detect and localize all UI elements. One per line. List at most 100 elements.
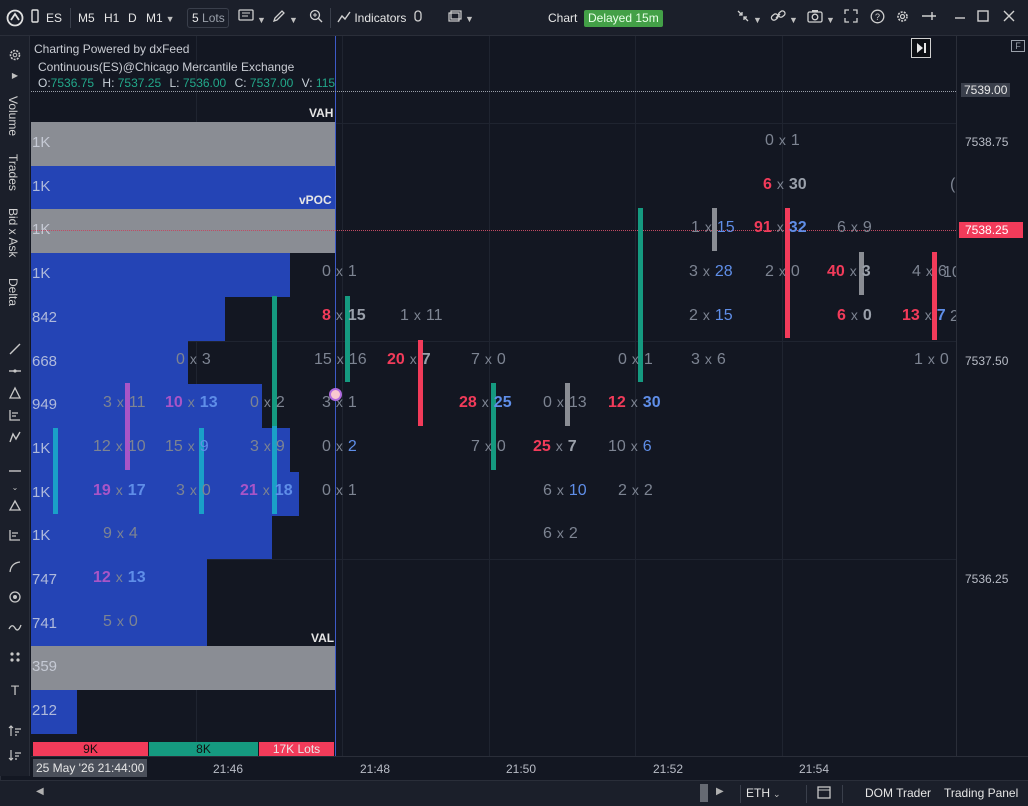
- time-tick: 21:52: [653, 762, 684, 776]
- indicators-button[interactable]: Indicators: [337, 9, 406, 27]
- footprint-cell: 0x1: [618, 350, 653, 368]
- settings-gear-icon[interactable]: [895, 9, 910, 27]
- wave-icon[interactable]: [7, 620, 23, 636]
- pattern-icon[interactable]: [7, 430, 23, 446]
- footprint-cell: 91 x 32: [754, 219, 807, 237]
- tab-delta[interactable]: Delta: [6, 278, 20, 306]
- zoom-icon[interactable]: [309, 9, 323, 27]
- tf-active-label: M1: [146, 11, 163, 25]
- go-to-end-button[interactable]: [911, 38, 931, 58]
- candle-icon[interactable]: [414, 9, 422, 27]
- link-icon[interactable]: ▼: [770, 9, 798, 27]
- footprint-cell: 1 x 11: [400, 306, 443, 324]
- fib-levels-icon[interactable]: [7, 408, 23, 424]
- ruler-icon[interactable]: [7, 464, 23, 480]
- close-icon[interactable]: [1003, 9, 1015, 27]
- candle-bar: [53, 428, 58, 514]
- time-axis[interactable]: 25 May '26 21:44:00 21:46 21:48 21:50 21…: [31, 756, 1028, 780]
- footprint-cell: 2x0: [765, 263, 800, 281]
- tf-m5[interactable]: M5: [78, 9, 95, 27]
- sort-up-icon[interactable]: [7, 724, 23, 740]
- volume-profile-label: 741: [32, 614, 58, 632]
- format-icon[interactable]: F: [1011, 40, 1025, 52]
- draw-pen-icon[interactable]: ▼: [272, 9, 298, 27]
- crosshair-marker[interactable]: [329, 388, 342, 401]
- footprint-cell: 10 x 6: [608, 437, 652, 455]
- powered-by: Charting Powered by dxFeed: [34, 42, 190, 56]
- tab-bid-ask[interactable]: Bid x Ask: [6, 208, 20, 257]
- tf-h1[interactable]: H1: [104, 9, 119, 27]
- h-value: 7537.25: [117, 76, 162, 90]
- ohlcv-line: O:7536.75 H: 7537.25 L: 7536.00 C: 7537.…: [38, 76, 335, 90]
- symbol-label[interactable]: ES: [46, 9, 62, 27]
- c-label: C:: [234, 76, 247, 90]
- trading-panel-button[interactable]: Trading Panel: [944, 786, 1018, 800]
- price-axis[interactable]: F 7539.00 7538.75 7538.25 7537.50 7536.2…: [956, 36, 1028, 756]
- l-value: 7536.00: [182, 76, 227, 90]
- scroll-left-icon[interactable]: ◀: [36, 786, 44, 797]
- scroll-right-icon[interactable]: ▶: [716, 786, 724, 797]
- chart-canvas[interactable]: 1K 1K 1K 1K 842 668 949 1K 1K 1K 747 741 359 212 VAH vP…: [31, 36, 956, 756]
- target-icon[interactable]: [7, 590, 23, 606]
- chevron-right-icon[interactable]: ▶: [7, 68, 23, 84]
- camera-icon[interactable]: ▼: [807, 9, 835, 27]
- footprint-cell: 20 x 7: [387, 350, 431, 368]
- tab-trades[interactable]: Trades: [6, 154, 20, 191]
- minimize-icon[interactable]: [954, 9, 966, 27]
- price-tick: 7537.50: [965, 354, 1009, 368]
- footprint-cell: 7x0: [471, 437, 506, 455]
- session-select[interactable]: ETH ⌄: [746, 786, 781, 800]
- volume-profile-bar: [31, 209, 336, 254]
- price-label-high: 7539.00: [961, 83, 1011, 97]
- sort-down-icon[interactable]: [7, 748, 23, 764]
- fullscreen-icon[interactable]: [844, 9, 858, 27]
- delayed-badge: Delayed 15m: [584, 10, 663, 27]
- footprint-cell: 12 x 13: [93, 569, 146, 586]
- fib-icon[interactable]: [7, 528, 23, 544]
- settings-gear-icon[interactable]: [7, 48, 23, 64]
- tf-active[interactable]: M1 ▼: [146, 9, 175, 27]
- shape-icon[interactable]: [7, 498, 23, 514]
- calendar-icon[interactable]: [817, 785, 831, 802]
- trend-line-icon[interactable]: [7, 342, 23, 358]
- text-tool-icon[interactable]: T: [7, 682, 23, 698]
- instrument-name: Continuous(ES)@Chicago Mercantile Exchan…: [38, 60, 295, 74]
- chart-type-icon[interactable]: ▼: [238, 9, 266, 27]
- grid-icon[interactable]: [7, 650, 23, 666]
- triangle-icon[interactable]: [7, 386, 23, 402]
- horizontal-line-icon[interactable]: [7, 364, 23, 380]
- pin-icon[interactable]: [921, 9, 937, 27]
- chevron-down-icon[interactable]: ⌄: [7, 480, 23, 496]
- footprint-cell: 25 x 7: [533, 437, 577, 455]
- volume-profile-label: 842: [32, 308, 58, 326]
- footprint-cell: 6x9: [837, 219, 872, 237]
- lots-input[interactable]: 5 Lots: [187, 8, 229, 28]
- help-icon[interactable]: ?: [870, 9, 885, 27]
- tf-d[interactable]: D: [128, 9, 137, 27]
- app-logo-icon[interactable]: [6, 9, 24, 27]
- vpoc-tag: vPOC: [299, 193, 332, 207]
- time-tick: 21:46: [213, 762, 244, 776]
- price-tick: 7538.75: [965, 135, 1009, 149]
- layout-icon[interactable]: ▼: [448, 9, 474, 27]
- footprint-cell: 6 x 10: [543, 481, 587, 499]
- dom-trader-button[interactable]: DOM Trader: [865, 786, 931, 800]
- volume-profile-label: 1K: [32, 265, 51, 283]
- top-toolbar: ES M5 H1 D M1 ▼ 5 Lots ▼ ▼ Indicators ▼ C…: [0, 0, 1028, 36]
- symbol-square-icon[interactable]: [31, 9, 39, 27]
- scrollbar-thumb[interactable]: [700, 784, 708, 802]
- session-label: ETH: [746, 786, 770, 800]
- footprint-cell: 0x3: [176, 350, 211, 368]
- volume-profile-bar: [31, 165, 336, 210]
- tab-volume[interactable]: Volume: [6, 96, 20, 136]
- footprint-cell: 6x0: [837, 306, 872, 324]
- curve-icon[interactable]: [7, 560, 23, 576]
- footprint-cell: 2 x 15: [689, 306, 733, 324]
- collapse-arrows-icon[interactable]: ▼: [736, 9, 762, 27]
- left-toolstrip: ▶ Volume Trades Bid x Ask Delta ⌄ T: [0, 36, 30, 776]
- current-price-line: [31, 230, 956, 231]
- maximize-icon[interactable]: [977, 9, 989, 27]
- footprint-cell: 3 x 28: [689, 263, 733, 281]
- footprint-cell: 6x2: [543, 525, 578, 543]
- v-value: 115: [315, 76, 336, 90]
